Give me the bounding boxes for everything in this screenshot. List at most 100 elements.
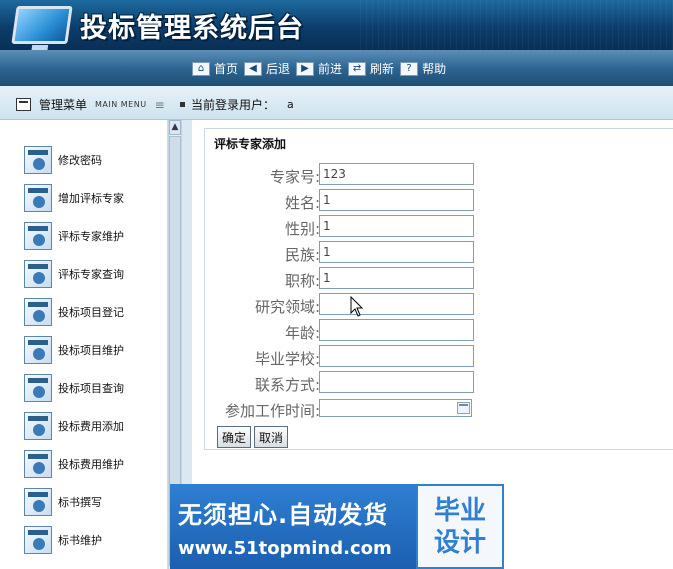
sidebar-item-project-maintain[interactable]: 投标项目维护 (24, 336, 124, 364)
menu-tile-icon (24, 412, 52, 440)
sidebar-item-label: 标书撰写 (58, 496, 102, 509)
sidebar-item-add-expert[interactable]: 增加评标专家 (24, 184, 124, 212)
sidebar-item-label: 投标项目登记 (58, 306, 124, 319)
refresh-label: 刷新 (370, 62, 395, 76)
sidebar-item-project-query[interactable]: 投标项目查询 (24, 374, 124, 402)
mouse-cursor-icon (350, 296, 364, 317)
age-input[interactable] (319, 319, 474, 341)
watermark-banner: 无须担心.自动发货 www.51topmind.com 毕业 设计 (170, 484, 504, 569)
field-label: 研究领域: (254, 298, 320, 316)
cancel-button[interactable]: 取消 (254, 426, 289, 448)
school-input[interactable] (319, 345, 474, 367)
field-label: 年龄: (284, 324, 320, 342)
calendar-icon[interactable] (457, 402, 470, 414)
field-row-research-field: 研究领域: (205, 293, 673, 317)
menu-tile-icon (24, 488, 52, 516)
field-label: 姓名: (284, 194, 320, 212)
expert-id-input[interactable] (319, 163, 474, 185)
field-row-work-start: 参加工作时间: (205, 397, 673, 421)
sidebar-item-label: 投标费用维护 (58, 458, 124, 471)
field-label: 参加工作时间: (224, 402, 320, 420)
field-row-title: 职称: (205, 267, 673, 291)
watermark-line1: 无须担心.自动发货 (178, 500, 389, 529)
ethnicity-input[interactable] (319, 241, 474, 263)
field-row-contact: 联系方式: (205, 371, 673, 395)
menu-window-icon (16, 98, 31, 111)
field-row-expert-id: 专家号: (205, 163, 673, 187)
sidebar-item-bid-maintain[interactable]: 标书维护 (24, 526, 102, 554)
field-row-gender: 性别: (205, 215, 673, 239)
confirm-button[interactable]: 确定 (217, 426, 252, 448)
sidebar-item-label: 标书维护 (58, 534, 102, 547)
field-row-age: 年龄: (205, 319, 673, 343)
field-label: 民族: (284, 246, 320, 264)
forward-arrow-icon: ▶ (296, 61, 315, 76)
back-arrow-icon: ◀ (244, 61, 263, 76)
gender-input[interactable] (319, 215, 474, 237)
forward-button[interactable]: ▶ 前进 (296, 60, 342, 77)
sidebar-item-bid-write[interactable]: 标书撰写 (24, 488, 102, 516)
help-button[interactable]: ? 帮助 (400, 60, 446, 77)
watermark-badge: 毕业 设计 (416, 484, 504, 569)
menu-title: 管理菜单 (39, 98, 88, 112)
sidebar-item-label: 投标项目维护 (58, 344, 124, 357)
contact-input[interactable] (319, 371, 474, 393)
menu-tile-icon (24, 336, 52, 364)
menu-tile-icon (24, 222, 52, 250)
menu-tile-icon (24, 260, 52, 288)
refresh-button[interactable]: ⇄ 刷新 (348, 60, 394, 77)
menu-lines-icon: ≡ (154, 97, 165, 112)
header-bar: 管理菜单 MAIN MENU ≡ 当前登录用户： a (0, 86, 673, 120)
expert-add-form: 评标专家添加 专家号: 姓名: 性别: 民族: 职称: 研究领域: 年龄: (204, 128, 673, 450)
job-title-input[interactable] (319, 267, 474, 289)
help-icon: ? (400, 61, 419, 76)
field-row-ethnicity: 民族: (205, 241, 673, 265)
sidebar-item-cost-add[interactable]: 投标费用添加 (24, 412, 124, 440)
field-label: 性别: (284, 220, 320, 238)
back-label: 后退 (266, 62, 291, 76)
field-label: 专家号: (269, 168, 320, 186)
field-label: 联系方式: (254, 376, 320, 394)
menu-tile-icon (24, 450, 52, 478)
sidebar-item-label: 投标项目查询 (58, 382, 124, 395)
watermark-text-block: 无须担心.自动发货 www.51topmind.com (170, 484, 416, 569)
work-start-date-input[interactable] (319, 399, 472, 417)
home-button[interactable]: ⌂ 首页 (192, 60, 238, 77)
form-actions: 确定 取消 (217, 426, 289, 448)
sidebar-item-label: 评标专家维护 (58, 230, 124, 243)
research-field-input[interactable] (319, 293, 474, 315)
sidebar-item-expert-query[interactable]: 评标专家查询 (24, 260, 124, 288)
form-title: 评标专家添加 (214, 137, 287, 151)
current-user: 当前登录用户： a (180, 96, 294, 113)
back-button[interactable]: ◀ 后退 (244, 60, 290, 77)
sidebar-item-label: 增加评标专家 (58, 192, 124, 205)
sidebar-item-expert-maintain[interactable]: 评标专家维护 (24, 222, 124, 250)
menu-tile-icon (24, 146, 52, 174)
menu-tile-icon (24, 184, 52, 212)
watermark-badge-bottom: 设计 (433, 527, 486, 558)
nav-toolbar: ⌂ 首页 ◀ 后退 ▶ 前进 ⇄ 刷新 ? 帮助 (0, 50, 673, 86)
forward-label: 前进 (318, 62, 343, 76)
home-icon: ⌂ (192, 61, 210, 76)
current-user-name: a (287, 98, 294, 111)
home-label: 首页 (214, 62, 239, 76)
help-label: 帮助 (422, 62, 447, 76)
field-row-school: 毕业学校: (205, 345, 673, 369)
scroll-up-icon[interactable]: ▲ (169, 120, 181, 135)
menu-subtitle: MAIN MENU (95, 100, 147, 109)
sidebar-item-cost-maintain[interactable]: 投标费用维护 (24, 450, 124, 478)
banner-decoration (360, 0, 673, 50)
menu-header: 管理菜单 MAIN MENU ≡ (16, 96, 165, 113)
menu-tile-icon (24, 298, 52, 326)
menu-tile-icon (24, 374, 52, 402)
field-label: 毕业学校: (254, 350, 320, 368)
sidebar-item-project-register[interactable]: 投标项目登记 (24, 298, 124, 326)
name-input[interactable] (319, 189, 474, 211)
sidebar-item-change-password[interactable]: 修改密码 (24, 146, 102, 174)
bullet-icon (180, 102, 185, 107)
app-banner: 投标管理系统后台 (0, 0, 673, 50)
sidebar-menu: 修改密码 增加评标专家 评标专家维护 评标专家查询 投标项目登记 投标项目维护 … (0, 120, 168, 569)
sidebar-item-label: 评标专家查询 (58, 268, 124, 281)
menu-tile-icon (24, 526, 52, 554)
watermark-url: www.51topmind.com (178, 537, 392, 559)
